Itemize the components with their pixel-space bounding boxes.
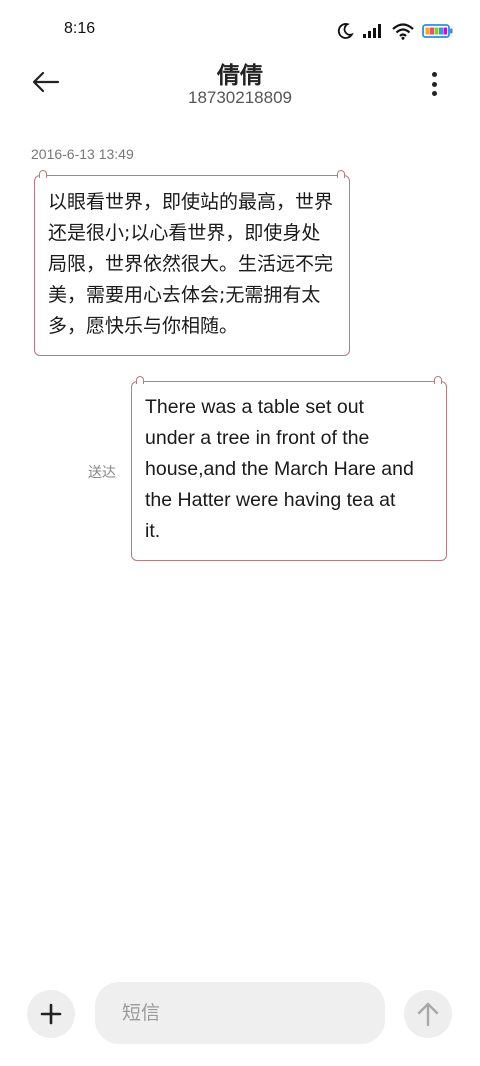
incoming-message-bubble[interactable]: 以眼看世界，即使站的最高，世界 还是很小;以心看世界，即使身处 局限，世界依然很…: [34, 170, 350, 356]
signal-icon: [362, 23, 384, 39]
outgoing-message-bubble[interactable]: There was a table set out under a tree i…: [131, 376, 447, 561]
message-line: 多，愿快乐与你相随。: [48, 315, 239, 337]
moon-icon: [336, 22, 354, 40]
message-line: the Hatter were having tea at: [145, 489, 396, 511]
bubble-tab: [39, 170, 47, 178]
contact-name[interactable]: 倩倩: [0, 56, 480, 90]
message-timestamp: 2016-6-13 13:49: [31, 146, 134, 162]
more-vertical-icon-dot: [431, 91, 437, 96]
sms-input[interactable]: [95, 982, 385, 1044]
delivery-status: 送达: [88, 465, 116, 481]
message-line: it.: [145, 520, 161, 542]
bubble-tab: [434, 376, 442, 384]
conversation-header: 倩倩 18730218809: [0, 56, 480, 112]
status-time: 8:16: [64, 20, 96, 37]
message-line: There was a table set out: [145, 396, 364, 418]
message-line: 美，需要用心去体会;无需拥有太: [48, 284, 321, 306]
send-button[interactable]: [404, 990, 452, 1038]
message-line: 局限，世界依然很大。生活远不完: [48, 253, 334, 275]
more-options-button[interactable]: [422, 70, 446, 98]
message-line: 还是很小;以心看世界，即使身处: [48, 222, 321, 244]
status-bar: 8:16: [0, 0, 480, 60]
contact-phone-number: 18730218809: [187, 88, 292, 107]
wifi-icon: [392, 22, 414, 40]
battery-icon: [422, 23, 454, 39]
arrow-up-icon: [417, 1002, 439, 1027]
more-vertical-icon-dot: [431, 81, 437, 87]
bubble-tab: [337, 170, 345, 178]
message-line: house,and the March Hare and: [145, 458, 414, 480]
message-line: 以眼看世界，即使站的最高，世界: [48, 191, 334, 213]
message-composer: [0, 982, 480, 1046]
plus-icon: [40, 1003, 62, 1025]
status-icons: [336, 20, 454, 42]
add-attachment-button[interactable]: [27, 990, 75, 1038]
bubble-tab: [136, 376, 144, 384]
message-line: under a tree in front of the: [145, 427, 370, 449]
more-vertical-icon-dot: [431, 72, 437, 77]
